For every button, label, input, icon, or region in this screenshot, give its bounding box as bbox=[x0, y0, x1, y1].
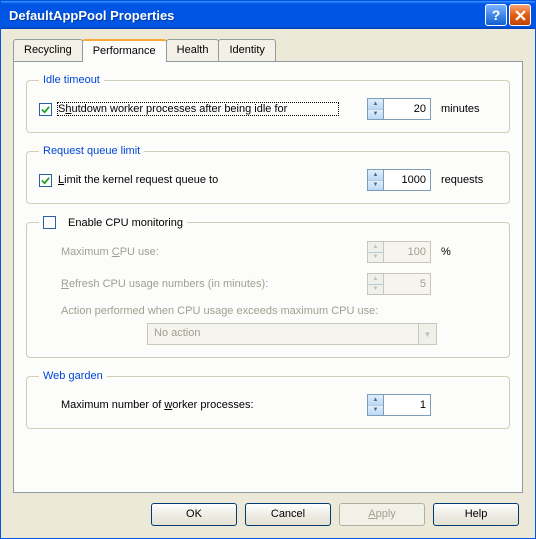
arrow-up-icon: ▲ bbox=[368, 242, 383, 253]
spinner-refresh-cpu: ▲▼ bbox=[367, 273, 431, 295]
button-bar: OK Cancel Apply Help bbox=[13, 493, 523, 526]
spinner-arrows: ▲▼ bbox=[367, 241, 383, 263]
tab-recycling[interactable]: Recycling bbox=[13, 39, 83, 61]
input-max-cpu bbox=[383, 241, 431, 263]
arrow-up-icon: ▲ bbox=[368, 274, 383, 285]
label-enable-cpu: Enable CPU monitoring bbox=[68, 217, 183, 229]
tab-performance[interactable]: Performance bbox=[82, 39, 167, 62]
titlebar: DefaultAppPool Properties ? bbox=[1, 1, 535, 29]
group-request-queue: Request queue limit Limit the kernel req… bbox=[26, 145, 510, 204]
spinner-arrows: ▲▼ bbox=[367, 273, 383, 295]
group-web-garden: Web garden Maximum number of worker proc… bbox=[26, 370, 510, 429]
tab-panel-performance: Idle timeout Shutdown worker processes a… bbox=[13, 61, 523, 493]
arrow-up-icon[interactable]: ▲ bbox=[368, 99, 383, 110]
group-idle-timeout: Idle timeout Shutdown worker processes a… bbox=[26, 74, 510, 133]
spinner-worker-processes[interactable]: ▲▼ bbox=[367, 394, 431, 416]
arrow-down-icon[interactable]: ▼ bbox=[368, 110, 383, 120]
spinner-arrows[interactable]: ▲▼ bbox=[367, 394, 383, 416]
unit-queue: requests bbox=[441, 174, 497, 186]
content-area: Recycling Performance Health Identity Id… bbox=[1, 29, 535, 538]
label-max-cpu: Maximum CPU use: bbox=[61, 246, 159, 258]
ok-button[interactable]: OK bbox=[151, 503, 237, 526]
help-button[interactable]: Help bbox=[433, 503, 519, 526]
spinner-max-cpu: ▲▼ bbox=[367, 241, 431, 263]
group-cpu-monitoring: Enable CPU monitoring Maximum CPU use: ▲… bbox=[26, 216, 510, 358]
spinner-arrows[interactable]: ▲▼ bbox=[367, 98, 383, 120]
unit-max-cpu: % bbox=[441, 246, 497, 258]
tab-identity[interactable]: Identity bbox=[218, 39, 275, 61]
label-refresh-cpu: Refresh CPU usage numbers (in minutes): bbox=[61, 278, 268, 290]
arrow-down-icon[interactable]: ▼ bbox=[368, 406, 383, 416]
arrow-down-icon: ▼ bbox=[368, 285, 383, 295]
arrow-down-icon[interactable]: ▼ bbox=[368, 181, 383, 191]
label-cpu-action: Action performed when CPU usage exceeds … bbox=[61, 305, 378, 317]
dialog-window: DefaultAppPool Properties ? Recycling Pe… bbox=[0, 0, 536, 539]
close-button[interactable] bbox=[509, 4, 531, 26]
input-queue-limit[interactable] bbox=[383, 169, 431, 191]
spinner-idle-timeout[interactable]: ▲▼ bbox=[367, 98, 431, 120]
checkbox-enable-cpu[interactable] bbox=[43, 216, 56, 229]
label-idle-shutdown: Shutdown worker processes after being id… bbox=[58, 103, 338, 115]
close-icon bbox=[515, 10, 526, 21]
apply-button: Apply bbox=[339, 503, 425, 526]
group-idle-timeout-legend: Idle timeout bbox=[39, 74, 104, 86]
input-worker-processes[interactable] bbox=[383, 394, 431, 416]
arrow-down-icon: ▼ bbox=[368, 253, 383, 263]
spinner-arrows[interactable]: ▲▼ bbox=[367, 169, 383, 191]
checkbox-idle-shutdown[interactable] bbox=[39, 103, 52, 116]
checkbox-queue-limit[interactable] bbox=[39, 174, 52, 187]
label-queue-limit: Limit the kernel request queue to bbox=[58, 174, 218, 186]
dropdown-cpu-action: No action ▼ bbox=[147, 323, 437, 345]
chevron-down-icon: ▼ bbox=[418, 324, 436, 344]
input-idle-timeout[interactable] bbox=[383, 98, 431, 120]
unit-idle: minutes bbox=[441, 103, 497, 115]
tab-strip: Recycling Performance Health Identity bbox=[13, 39, 523, 61]
spinner-queue-limit[interactable]: ▲▼ bbox=[367, 169, 431, 191]
tab-health[interactable]: Health bbox=[166, 39, 220, 61]
group-request-queue-legend: Request queue limit bbox=[39, 145, 144, 157]
dropdown-cpu-action-value: No action bbox=[148, 324, 418, 344]
arrow-up-icon[interactable]: ▲ bbox=[368, 170, 383, 181]
group-web-garden-legend: Web garden bbox=[39, 370, 107, 382]
cancel-button[interactable]: Cancel bbox=[245, 503, 331, 526]
window-title: DefaultAppPool Properties bbox=[9, 8, 483, 23]
label-worker-processes: Maximum number of worker processes: bbox=[61, 399, 254, 411]
arrow-up-icon[interactable]: ▲ bbox=[368, 395, 383, 406]
group-cpu-legend: Enable CPU monitoring bbox=[39, 216, 187, 229]
input-refresh-cpu bbox=[383, 273, 431, 295]
help-button[interactable]: ? bbox=[485, 4, 507, 26]
